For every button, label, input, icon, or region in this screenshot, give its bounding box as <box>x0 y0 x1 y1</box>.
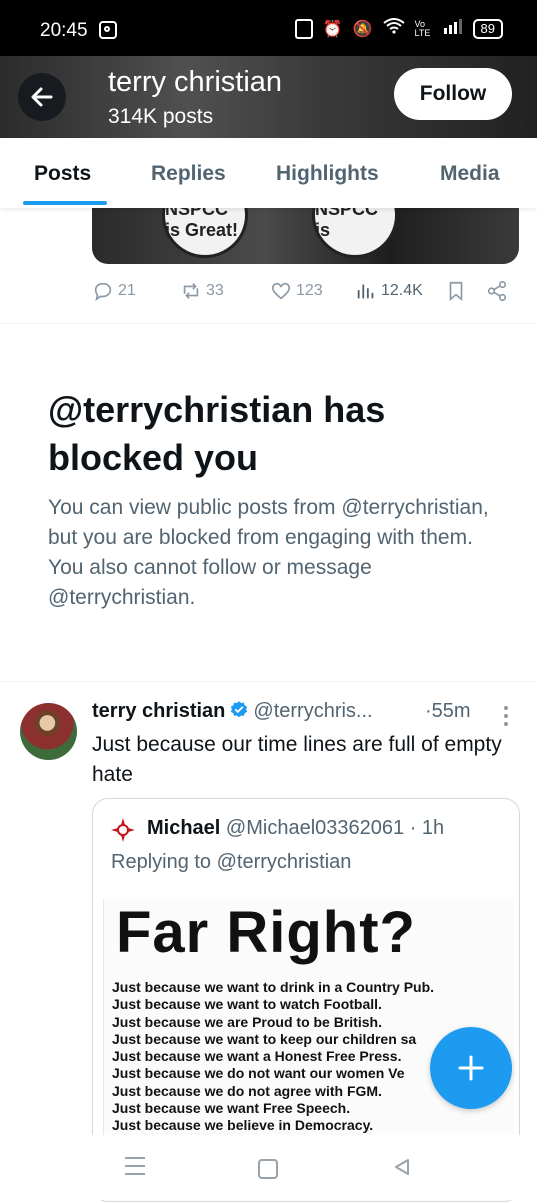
quoted-header: Michael @Michael03362061 · 1h <box>147 817 444 840</box>
divider <box>0 323 537 324</box>
views-button[interactable]: 12.4K <box>355 280 423 302</box>
nspcc-badge: NSPCC is Great! <box>162 208 248 258</box>
quoted-author-handle: @Michael03362061 <box>225 817 405 839</box>
more-options-icon[interactable] <box>504 706 508 730</box>
poster-title: Far Right? <box>116 900 416 965</box>
poster-line: Just because we do not agree with FGM. <box>112 1082 382 1099</box>
bookmark-icon <box>449 281 463 302</box>
signal-icon <box>443 18 463 39</box>
poster-line: Just because we want Free Speech. <box>112 1100 351 1117</box>
tweet-header: terry christian @terrychris... <box>92 700 373 726</box>
poster-line: Just because we want to drink in a Count… <box>112 979 435 995</box>
system-nav-bar <box>0 1135 537 1200</box>
tab-media[interactable]: Media <box>440 162 500 186</box>
tweet-timestamp[interactable]: ·55m <box>425 700 471 723</box>
back-button[interactable] <box>18 73 66 121</box>
blocked-message: You can view public posts from @terrychr… <box>48 496 489 609</box>
reply-icon <box>94 282 112 302</box>
battery-icon: 89 <box>472 18 503 39</box>
profile-tabs: Posts Replies Highlights Media <box>0 138 537 208</box>
tab-highlights[interactable]: Highlights <box>276 162 379 186</box>
compose-button[interactable] <box>430 1027 512 1109</box>
post-image[interactable]: NSPCC is Great! NSPCC is <box>92 208 519 264</box>
view-count: 12.4K <box>381 282 423 299</box>
avatar[interactable] <box>20 703 77 760</box>
reply-count: 21 <box>118 282 136 299</box>
replying-to: Replying to @terrychristian <box>111 851 352 873</box>
tab-posts[interactable]: Posts <box>34 162 91 186</box>
repost-icon <box>183 283 199 299</box>
back-triangle-icon[interactable] <box>392 1157 412 1177</box>
blocked-title: @terrychristian has blocked you <box>48 389 386 478</box>
post-count: 314K posts <box>108 105 214 128</box>
tab-replies[interactable]: Replies <box>151 162 226 186</box>
quoted-time: · 1h <box>409 817 445 839</box>
poster-text: Just because we want to drink in a Count… <box>112 979 434 1135</box>
wifi-icon <box>382 18 405 39</box>
poster-line: Just because we believe in Democracy. <box>112 1117 374 1134</box>
tweet-time: 55m <box>431 700 471 722</box>
tweet-author-handle[interactable]: @terrychris... <box>253 700 372 722</box>
follow-button[interactable]: Follow <box>394 68 512 120</box>
quoted-author-name: Michael <box>147 817 221 839</box>
status-time: 20:45 <box>40 20 88 41</box>
status-icons: ⏰ 🔕 Vo LTE 89 <box>294 18 503 39</box>
views-icon <box>357 284 374 299</box>
volte-icon: Vo LTE <box>414 18 431 38</box>
share-icon <box>487 281 507 301</box>
tweet-author-name[interactable]: terry christian <box>92 700 225 722</box>
plus-icon <box>458 1055 484 1081</box>
share-button[interactable] <box>486 280 508 302</box>
separator-dot: · <box>425 700 432 722</box>
poster-line: Just because we do not want our women Ve <box>112 1065 405 1082</box>
poster-line: Just because we want to keep our childre… <box>112 1030 417 1047</box>
reply-button[interactable]: 21 <box>92 280 136 302</box>
divider <box>0 681 537 682</box>
verified-badge-icon <box>229 700 249 726</box>
repost-button[interactable]: 33 <box>180 280 224 302</box>
alarm-icon: ⏰ <box>322 20 343 38</box>
repost-count: 33 <box>206 282 224 299</box>
profile-header: terry christian 314K posts Follow <box>0 56 537 138</box>
poster-line: Just because we are Proud to be British. <box>112 1013 382 1030</box>
post-actions: 21 33 123 12.4K <box>0 280 537 304</box>
active-tab-indicator <box>23 201 107 205</box>
nspcc-badge: NSPCC is <box>312 208 398 258</box>
cross-emblem-icon <box>111 818 135 842</box>
bookmark-button[interactable] <box>445 280 467 302</box>
heart-icon <box>271 282 291 300</box>
like-button[interactable]: 123 <box>270 280 323 302</box>
poster-line: Just because we want to watch Football. <box>112 996 382 1013</box>
nfc-icon <box>294 18 313 39</box>
like-count: 123 <box>296 282 323 299</box>
recent-apps-icon[interactable] <box>125 1157 145 1181</box>
profile-name: terry christian <box>108 66 283 98</box>
mute-icon: 🔕 <box>352 20 373 38</box>
status-bar: 20:45 ⏰ 🔕 Vo LTE 89 <box>0 0 537 56</box>
poster-line: Just because we want a Honest Free Press… <box>112 1048 402 1065</box>
arrow-left-icon <box>31 87 53 107</box>
instagram-icon <box>99 21 117 39</box>
home-icon[interactable] <box>258 1159 278 1179</box>
tweet-text: Just because our time lines are full of … <box>92 733 502 786</box>
